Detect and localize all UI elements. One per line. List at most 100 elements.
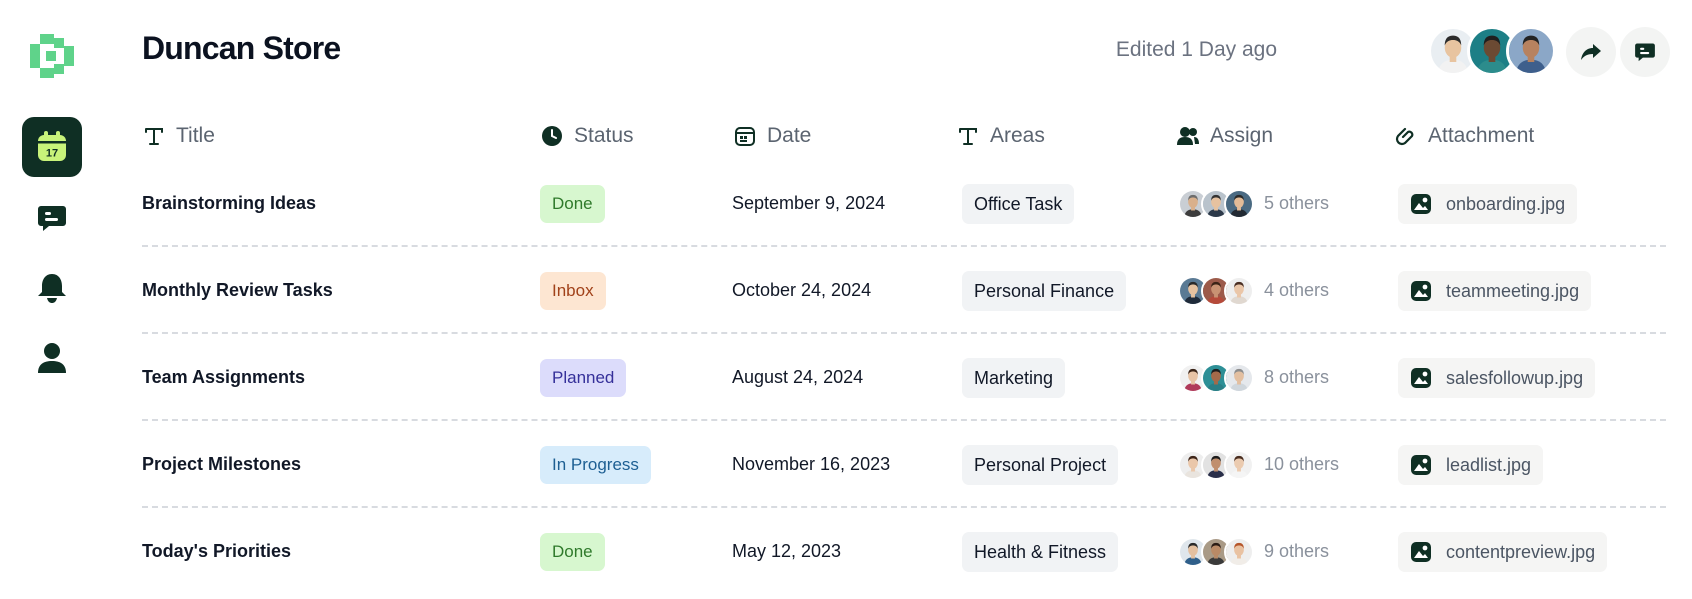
attachment-filename: leadlist.jpg xyxy=(1446,454,1532,475)
column-header-title[interactable]: Title xyxy=(142,124,215,148)
column-header-status[interactable]: Status xyxy=(540,124,634,148)
avatar xyxy=(1224,362,1254,393)
attachment-cell: leadlist.jpg xyxy=(1398,421,1544,508)
area-cell: Health & Fitness xyxy=(962,508,1119,595)
status-badge[interactable]: In Progress xyxy=(540,445,651,484)
attachment-chip[interactable]: onboarding.jpg xyxy=(1398,183,1578,224)
status-badge[interactable]: Done xyxy=(540,532,605,571)
assignee-count: 9 others xyxy=(1264,541,1330,561)
status-cell: Inbox xyxy=(540,247,606,334)
attachment-filename: teammeeting.jpg xyxy=(1446,280,1580,301)
assignee-avatars[interactable] xyxy=(1178,188,1254,219)
area-chip[interactable]: Personal Project xyxy=(962,444,1119,485)
assignee-count: 4 others xyxy=(1264,280,1330,300)
status-cell: Done xyxy=(540,160,605,247)
attachment-filename: salesfollowup.jpg xyxy=(1446,367,1584,388)
sidebar-item-profile[interactable] xyxy=(22,328,82,388)
avatar xyxy=(1224,536,1254,567)
status-badge[interactable]: Done xyxy=(540,184,605,223)
task-date: October 24, 2024 xyxy=(732,280,872,300)
task-title[interactable]: Monthly Review Tasks xyxy=(142,247,333,334)
assignee-count: 8 others xyxy=(1264,367,1330,387)
attachment-chip[interactable]: teammeeting.jpg xyxy=(1398,270,1592,311)
text-type-icon xyxy=(956,124,980,148)
column-header-areas[interactable]: Areas xyxy=(956,124,1045,148)
status-badge[interactable]: Inbox xyxy=(540,271,606,310)
status-cell: Planned xyxy=(540,334,627,421)
edited-timestamp: Edited 1 Day ago xyxy=(1115,38,1277,61)
column-header-label: Areas xyxy=(990,124,1045,147)
attachment-cell: salesfollowup.jpg xyxy=(1398,334,1596,421)
column-header-label: Status xyxy=(574,124,634,147)
table-row[interactable]: Monthly Review Tasks Inbox October 24, 2… xyxy=(142,247,1666,334)
task-title[interactable]: Brainstorming Ideas xyxy=(142,160,316,247)
task-title[interactable]: Team Assignments xyxy=(142,334,305,421)
attachment-filename: contentpreview.jpg xyxy=(1446,541,1596,562)
area-chip[interactable]: Personal Finance xyxy=(962,270,1127,311)
table-row[interactable]: Brainstorming Ideas Done September 9, 20… xyxy=(142,160,1666,247)
column-header-label: Attachment xyxy=(1428,124,1535,147)
task-date: August 24, 2024 xyxy=(732,367,864,387)
calendar-icon: 17 xyxy=(38,131,66,161)
column-header-date[interactable]: Date xyxy=(733,124,811,148)
area-cell: Personal Project xyxy=(962,421,1119,508)
attachment-cell: onboarding.jpg xyxy=(1398,160,1578,247)
sidebar: 17 xyxy=(0,0,104,599)
comment-icon xyxy=(1635,43,1655,62)
image-file-icon xyxy=(1411,454,1431,475)
table-row[interactable]: Today's Priorities Done May 12, 2023 Hea… xyxy=(142,508,1666,595)
collaborator-avatars[interactable] xyxy=(1428,26,1558,76)
bell-icon xyxy=(38,274,66,303)
paperclip-icon xyxy=(1394,124,1418,148)
comment-button[interactable] xyxy=(1620,27,1670,77)
sidebar-item-messages[interactable] xyxy=(22,188,82,248)
table-row[interactable]: Project Milestones In Progress November … xyxy=(142,421,1666,508)
users-icon xyxy=(1176,124,1200,148)
assign-cell[interactable]: 10 others xyxy=(1178,421,1339,508)
text-type-icon xyxy=(142,124,166,148)
column-header-assign[interactable]: Assign xyxy=(1176,124,1273,148)
attachment-cell: teammeeting.jpg xyxy=(1398,247,1592,334)
area-chip[interactable]: Health & Fitness xyxy=(962,531,1119,572)
assign-cell[interactable]: 8 others xyxy=(1178,334,1329,421)
user-icon xyxy=(38,343,66,373)
column-header-label: Title xyxy=(176,124,215,147)
task-date: November 16, 2023 xyxy=(732,454,891,474)
assignee-avatars[interactable] xyxy=(1178,536,1254,567)
attachment-chip[interactable]: salesfollowup.jpg xyxy=(1398,357,1596,398)
area-chip[interactable]: Marketing xyxy=(962,357,1066,398)
table-row[interactable]: Team Assignments Planned August 24, 2024… xyxy=(142,334,1666,421)
column-header-attachment[interactable]: Attachment xyxy=(1394,124,1534,148)
avatar[interactable] xyxy=(1506,26,1556,76)
calendar-icon xyxy=(733,124,757,148)
area-cell: Office Task xyxy=(962,160,1075,247)
share-arrow-icon xyxy=(1581,44,1601,60)
task-date: September 9, 2024 xyxy=(732,193,886,213)
column-header-label: Assign xyxy=(1210,124,1274,147)
page-title: Duncan Store xyxy=(142,30,341,66)
assignee-avatars[interactable] xyxy=(1178,362,1254,393)
assign-cell[interactable]: 9 others xyxy=(1178,508,1329,595)
assignee-avatars[interactable] xyxy=(1178,449,1254,480)
calendar-day: 17 xyxy=(46,148,58,160)
assign-cell[interactable]: 5 others xyxy=(1178,160,1329,247)
attachment-filename: onboarding.jpg xyxy=(1446,193,1566,214)
sidebar-item-calendar[interactable]: 17 xyxy=(22,117,82,177)
image-file-icon xyxy=(1411,280,1431,301)
sidebar-item-notifications[interactable] xyxy=(22,258,82,318)
attachment-cell: contentpreview.jpg xyxy=(1398,508,1608,595)
image-file-icon xyxy=(1411,367,1431,388)
logo-icon xyxy=(30,34,74,78)
share-button[interactable] xyxy=(1566,27,1616,77)
area-cell: Marketing xyxy=(962,334,1066,421)
task-title[interactable]: Today's Priorities xyxy=(142,508,291,595)
task-title[interactable]: Project Milestones xyxy=(142,421,301,508)
image-file-icon xyxy=(1411,541,1431,562)
assignee-avatars[interactable] xyxy=(1178,275,1254,306)
avatar xyxy=(1224,188,1254,219)
area-chip[interactable]: Office Task xyxy=(962,183,1075,224)
assign-cell[interactable]: 4 others xyxy=(1178,247,1329,334)
attachment-chip[interactable]: leadlist.jpg xyxy=(1398,444,1544,485)
status-badge[interactable]: Planned xyxy=(540,358,627,397)
attachment-chip[interactable]: contentpreview.jpg xyxy=(1398,531,1608,572)
